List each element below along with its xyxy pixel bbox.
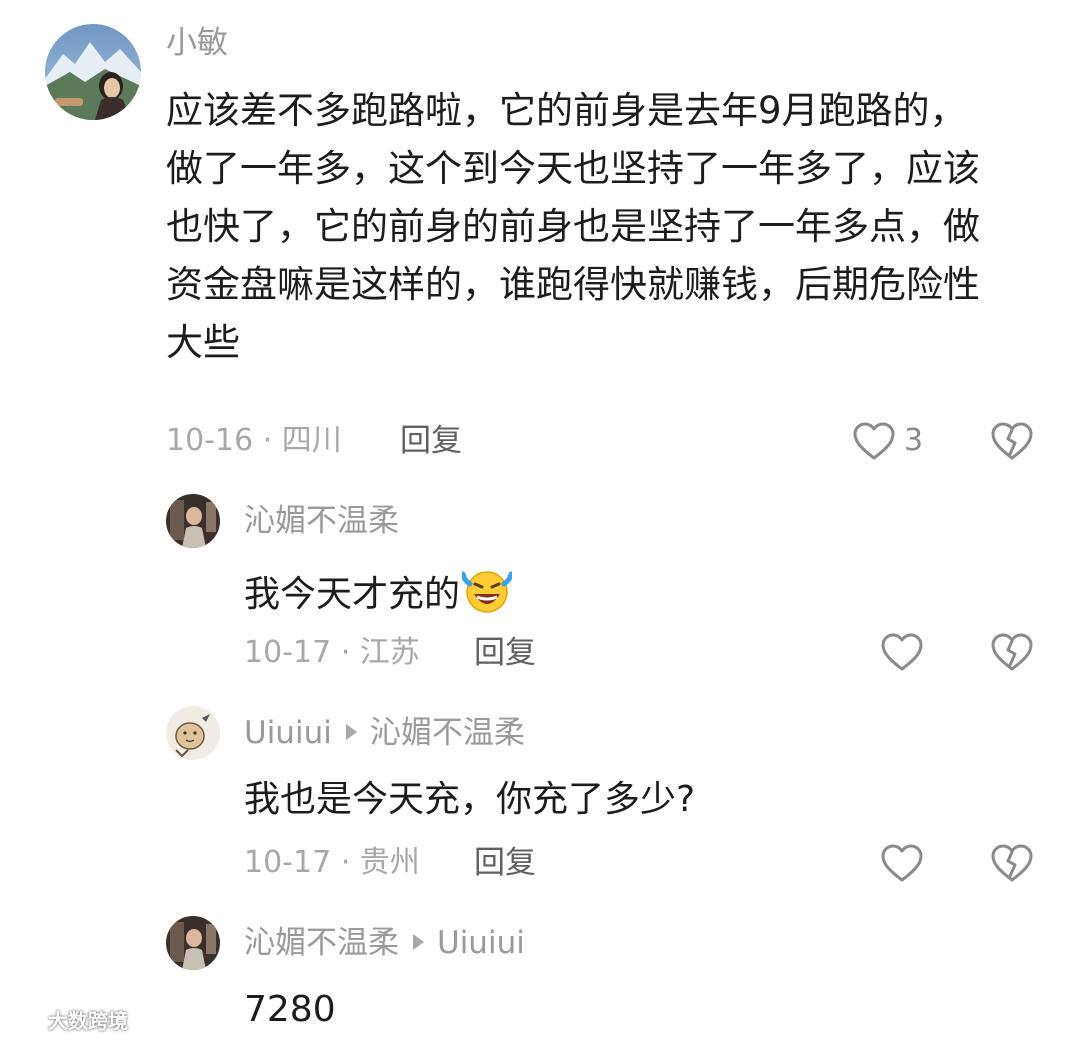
reply-to-user[interactable]: 沁媚不温柔 xyxy=(370,715,525,751)
comment-date-location: 10-17 · 江苏 xyxy=(244,635,420,670)
avatar[interactable] xyxy=(166,916,220,970)
comment-author-line: 沁媚不温柔 Uiuiui xyxy=(244,928,525,959)
heart-icon xyxy=(881,844,923,882)
watermark-text: 大数跨境 xyxy=(48,1009,128,1033)
weibo-logo-icon xyxy=(8,1009,46,1032)
comment-author-line: Uiuiui 沁媚不温柔 xyxy=(244,718,525,749)
like-button[interactable]: 3 xyxy=(852,421,923,461)
heart-icon xyxy=(881,633,923,671)
avatar[interactable] xyxy=(166,494,220,548)
comment-text: 应该差不多跑路啦，它的前身是去年9月跑路的，做了一年多，这个到今天也坚持了一年多… xyxy=(166,89,980,364)
avatar[interactable] xyxy=(45,24,141,120)
broken-heart-icon xyxy=(991,422,1033,460)
comment-author[interactable]: 沁媚不温柔 xyxy=(244,506,399,537)
watermark: 大数跨境 xyxy=(8,1005,128,1034)
laughing-crying-emoji-icon xyxy=(460,570,514,621)
dislike-button[interactable] xyxy=(990,421,1034,465)
comment-text: 我也是今天充，你充了多少? xyxy=(244,779,696,820)
comment-date-location: 10-16 · 四川 xyxy=(166,423,342,458)
comment-text-content: 我今天才充的 xyxy=(244,574,461,615)
dislike-button[interactable] xyxy=(990,632,1034,676)
comment-author[interactable]: 小敏 xyxy=(166,28,228,59)
reply-arrow-icon xyxy=(413,934,424,950)
avatar[interactable] xyxy=(166,706,220,760)
like-count: 3 xyxy=(904,423,924,458)
reply-button[interactable]: 回复 xyxy=(474,848,536,879)
dislike-button[interactable] xyxy=(990,843,1034,887)
comment-text: 我今天才充的 xyxy=(244,570,514,621)
comment-author[interactable]: 沁媚不温柔 xyxy=(244,925,399,961)
like-button[interactable] xyxy=(880,632,924,672)
broken-heart-icon xyxy=(991,844,1033,882)
like-button[interactable] xyxy=(880,843,924,883)
comment-author[interactable]: Uiuiui xyxy=(244,715,332,751)
comment-date-location: 10-17 · 贵州 xyxy=(244,845,420,880)
heart-icon xyxy=(853,422,895,460)
broken-heart-icon xyxy=(991,633,1033,671)
reply-button[interactable]: 回复 xyxy=(474,638,536,669)
reply-to-user[interactable]: Uiuiui xyxy=(437,925,525,961)
comment-text: 7280 xyxy=(244,989,336,1030)
reply-arrow-icon xyxy=(345,724,357,740)
reply-button[interactable]: 回复 xyxy=(400,426,462,457)
